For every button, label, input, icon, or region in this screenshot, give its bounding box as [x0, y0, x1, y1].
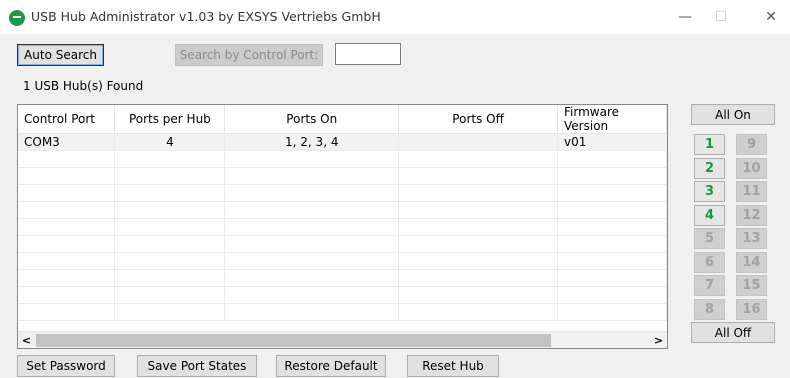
- col-header-control-port[interactable]: Control Port: [18, 105, 116, 134]
- port-2-button[interactable]: 2: [694, 158, 725, 179]
- port-7-button: 7: [694, 275, 725, 296]
- hub-table-grid: Control Port Ports per Hub Ports On Port…: [18, 105, 667, 321]
- auto-search-button[interactable]: Auto Search: [17, 44, 104, 66]
- restore-default-button[interactable]: Restore Default: [276, 355, 386, 377]
- empty-row: [18, 252, 667, 270]
- empty-row: [18, 286, 667, 304]
- reset-hub-button[interactable]: Reset Hub: [407, 355, 499, 377]
- col-header-firmware-version[interactable]: Firmware Version: [557, 105, 667, 134]
- horizontal-scrollbar[interactable]: < >: [18, 331, 667, 348]
- hub-table[interactable]: Control Port Ports per Hub Ports On Port…: [17, 104, 668, 349]
- hubs-found-label: 1 USB Hub(s) Found: [23, 79, 144, 93]
- port-16-button: 16: [736, 299, 767, 320]
- cell-ports-off: [398, 133, 559, 151]
- set-password-button[interactable]: Set Password: [17, 355, 115, 377]
- scroll-left-arrow-icon[interactable]: <: [18, 332, 35, 348]
- empty-row: [18, 150, 667, 168]
- port-1-button[interactable]: 1: [694, 134, 725, 155]
- col-header-ports-per-hub[interactable]: Ports per Hub: [114, 105, 226, 134]
- save-port-states-button[interactable]: Save Port States: [137, 355, 257, 377]
- cell-ports-on: 1, 2, 3, 4: [224, 133, 400, 151]
- window-title: USB Hub Administrator v1.03 by EXSYS Ver…: [31, 9, 381, 24]
- port-9-button: 9: [736, 134, 767, 155]
- empty-row: [18, 184, 667, 202]
- port-13-button: 13: [736, 228, 767, 249]
- port-8-button: 8: [694, 299, 725, 320]
- scroll-right-arrow-icon[interactable]: >: [650, 332, 667, 348]
- port-10-button: 10: [736, 158, 767, 179]
- cell-firmware-version: v01: [557, 133, 667, 151]
- search-by-control-port-button: Search by Control Port:: [175, 44, 323, 66]
- all-off-button[interactable]: All Off: [691, 322, 775, 343]
- maximize-button: ☐: [714, 9, 728, 25]
- control-port-input[interactable]: [335, 43, 401, 65]
- port-6-button: 6: [694, 252, 725, 273]
- port-11-button: 11: [736, 181, 767, 202]
- minimize-button[interactable]: —: [672, 6, 698, 28]
- close-button[interactable]: ✕: [758, 6, 784, 28]
- usb-app-icon: [9, 10, 25, 26]
- empty-row: [18, 235, 667, 253]
- cell-control-port: COM3: [18, 133, 116, 151]
- port-12-button: 12: [736, 205, 767, 226]
- empty-row: [18, 269, 667, 287]
- scrollbar-thumb[interactable]: [36, 334, 551, 347]
- port-5-button: 5: [694, 228, 725, 249]
- title-bar: USB Hub Administrator v1.03 by EXSYS Ver…: [0, 0, 790, 34]
- col-header-ports-off[interactable]: Ports Off: [398, 105, 559, 134]
- empty-row: [18, 167, 667, 185]
- empty-row: [18, 303, 667, 321]
- all-on-button[interactable]: All On: [691, 104, 775, 125]
- col-header-ports-on[interactable]: Ports On: [224, 105, 400, 134]
- cell-ports-per-hub: 4: [114, 133, 226, 151]
- table-row[interactable]: COM3 4 1, 2, 3, 4 v01: [18, 133, 667, 151]
- port-14-button: 14: [736, 252, 767, 273]
- empty-row: [18, 218, 667, 236]
- port-15-button: 15: [736, 275, 767, 296]
- empty-row: [18, 201, 667, 219]
- port-3-button[interactable]: 3: [694, 181, 725, 202]
- port-4-button[interactable]: 4: [694, 205, 725, 226]
